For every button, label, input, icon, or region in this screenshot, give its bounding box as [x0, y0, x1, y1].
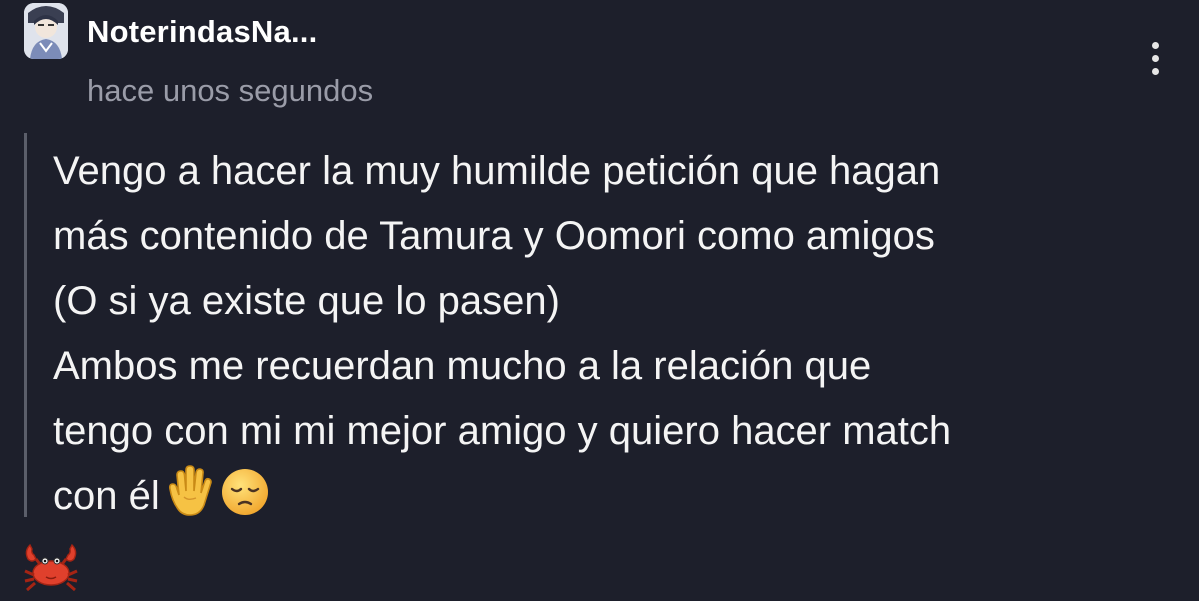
user-avatar[interactable]	[24, 3, 68, 59]
post-card: NoterindasNa... hace unos segundos Vengo…	[0, 0, 1199, 601]
post-body-text: Vengo a hacer la muy humilde petición qu…	[53, 149, 952, 518]
more-options-button[interactable]	[1140, 38, 1170, 78]
raised-hand-icon	[164, 465, 216, 537]
username[interactable]: NoterindasNa...	[87, 14, 317, 50]
quote-bar	[24, 133, 27, 517]
disappointed-face-icon	[220, 467, 270, 537]
crab-icon	[22, 541, 80, 597]
post-body: Vengo a hacer la muy humilde petición qu…	[53, 139, 1183, 537]
post-timestamp: hace unos segundos	[87, 73, 374, 108]
